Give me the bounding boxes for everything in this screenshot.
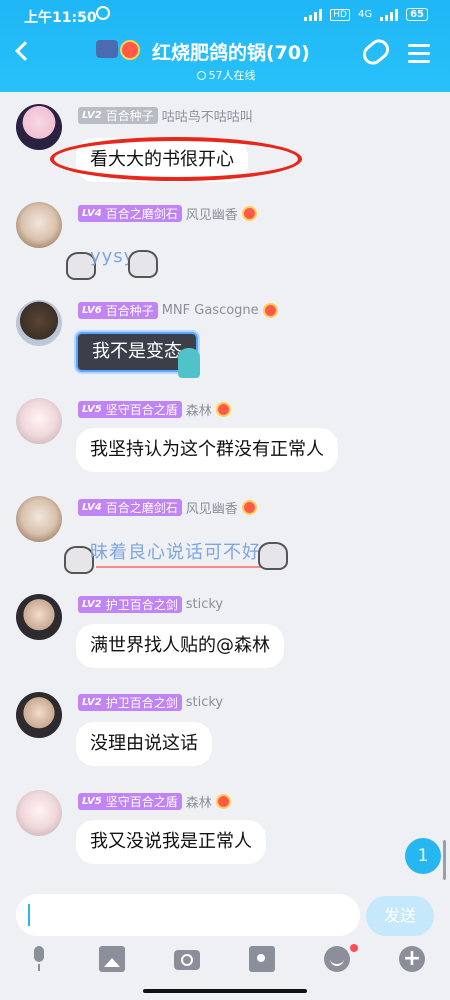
sender-meta: LV5 坚守百合之盾 森林 — [78, 792, 231, 811]
sender-name[interactable]: sticky — [186, 597, 223, 612]
group-avatar-icon — [96, 40, 118, 58]
message-bubble[interactable]: 我坚持认为这个群没有正常人 — [76, 428, 338, 472]
sender-name[interactable]: 森林 — [186, 792, 212, 811]
avatar[interactable] — [16, 300, 62, 346]
online-icon — [196, 71, 206, 80]
avatar[interactable] — [16, 104, 62, 150]
level-badge: LV2 护卫百合之剑 — [78, 596, 182, 613]
notification-dot — [350, 944, 358, 952]
sender-meta: LV5 坚守百合之盾 森林 — [78, 400, 231, 419]
message-item: LV5 坚守百合之盾 森林 我坚持认为这个群没有正常人 — [0, 398, 450, 478]
group-badge-icons — [96, 40, 140, 60]
scrollbar[interactable] — [443, 840, 446, 880]
menu-icon[interactable] — [408, 44, 430, 68]
level-badge: LV5 坚守百合之盾 — [78, 793, 182, 810]
honor-badge-icon — [215, 794, 231, 809]
sender-meta: LV4 百合之磨剑石 风见幽香 — [78, 204, 257, 223]
alarm-icon — [96, 6, 110, 20]
sender-meta: LV2 护卫百合之剑 sticky — [78, 596, 223, 613]
home-indicator[interactable] — [143, 989, 307, 993]
message-item: LV6 百合种子 MNF Gascogne 我不是变态 — [0, 300, 450, 390]
message-item: LV4 百合之磨剑石 风见幽香 yysy — [0, 202, 450, 292]
sender-name[interactable]: 森林 — [186, 400, 212, 419]
online-text: 57人在线 — [208, 69, 256, 82]
group-level-icon — [120, 40, 140, 60]
send-button[interactable]: 发送 — [366, 896, 434, 936]
message-bubble[interactable]: 没理由说这话 — [76, 722, 212, 766]
sender-name[interactable]: MNF Gascogne — [162, 303, 259, 318]
level-badge: LV5 坚守百合之盾 — [78, 401, 182, 418]
camera-icon[interactable] — [174, 950, 200, 970]
sender-name[interactable]: 咕咕鸟不咕咕叫 — [162, 106, 253, 125]
avatar[interactable] — [16, 790, 62, 836]
input-toolbar: + — [0, 940, 450, 976]
avatar[interactable] — [16, 594, 62, 640]
red-packet-icon[interactable] — [249, 946, 275, 972]
link-icon[interactable] — [358, 35, 394, 69]
honor-badge-icon — [215, 402, 231, 417]
avatar[interactable] — [16, 202, 62, 248]
plus-icon[interactable]: + — [399, 946, 425, 972]
message-item: LV2 护卫百合之剑 sticky 没理由说这话 — [0, 692, 450, 772]
honor-badge-icon — [241, 500, 257, 515]
text-caret — [28, 904, 30, 926]
message-input[interactable] — [16, 894, 360, 936]
message-item: LV4 百合之磨剑石 风见幽香 昧着良心说话可不好 — [0, 496, 450, 586]
cat-sticker-right-icon — [258, 542, 288, 570]
message-bubble[interactable]: 满世界找人贴的@森林 — [76, 624, 284, 668]
honor-badge-icon — [241, 206, 257, 221]
sender-meta: LV2 百合种子 咕咕鸟不咕咕叫 — [78, 106, 253, 125]
chat-header: 上午11:50 HD 4G 65 红烧肥鸽的锅(70) 57人在线 — [0, 0, 450, 92]
avatar[interactable] — [16, 496, 62, 542]
message-item: LV2 护卫百合之剑 sticky 满世界找人贴的@森林 — [0, 594, 450, 674]
status-time: 上午11:50 — [24, 10, 97, 26]
level-badge: LV6 百合种子 — [78, 302, 158, 319]
sticker-ribbon — [96, 566, 266, 568]
unread-count-badge[interactable]: 1 — [405, 838, 441, 874]
message-item: LV5 坚守百合之盾 森林 我又没说我是正常人 — [0, 790, 450, 870]
status-icons: HD 4G 65 — [304, 8, 428, 21]
signal-icon — [304, 8, 323, 21]
honor-badge-icon — [262, 303, 278, 318]
title-area[interactable]: 红烧肥鸽的锅(70) 57人在线 — [96, 38, 336, 83]
emoji-icon[interactable] — [324, 946, 350, 972]
sender-name[interactable]: 风见幽香 — [186, 498, 238, 517]
sender-name[interactable]: 风见幽香 — [186, 204, 238, 223]
avatar[interactable] — [16, 398, 62, 444]
online-count: 57人在线 — [96, 67, 336, 83]
level-badge: LV4 百合之磨剑石 — [78, 499, 182, 516]
level-badge: LV2 护卫百合之剑 — [78, 694, 182, 711]
sender-name[interactable]: sticky — [186, 695, 223, 710]
sender-meta: LV6 百合种子 MNF Gascogne — [78, 302, 278, 319]
network-label: 4G — [357, 9, 373, 20]
input-bar: 发送 + — [0, 882, 450, 1000]
mic-icon[interactable] — [26, 946, 52, 972]
cat-sticker-right-icon — [128, 250, 158, 278]
level-badge: LV2 百合种子 — [78, 107, 158, 124]
level-badge: LV4 百合之磨剑石 — [78, 205, 182, 222]
avatar[interactable] — [16, 692, 62, 738]
sticker-text[interactable]: 昧着良心说话可不好 — [90, 538, 261, 564]
sender-meta: LV2 护卫百合之剑 sticky — [78, 694, 223, 711]
miku-sticker-icon — [178, 348, 200, 378]
sender-meta: LV4 百合之磨剑石 风见幽香 — [78, 498, 257, 517]
hd-label: HD — [330, 8, 350, 21]
highlight-oval-annotation — [50, 137, 302, 181]
status-bar: 上午11:50 HD 4G 65 — [0, 0, 450, 32]
back-icon[interactable] — [15, 41, 35, 61]
battery-icon: 65 — [406, 8, 428, 21]
message-bubble[interactable]: 我又没说我是正常人 — [76, 820, 266, 864]
signal-2-icon — [380, 8, 399, 21]
image-icon[interactable] — [99, 946, 125, 972]
